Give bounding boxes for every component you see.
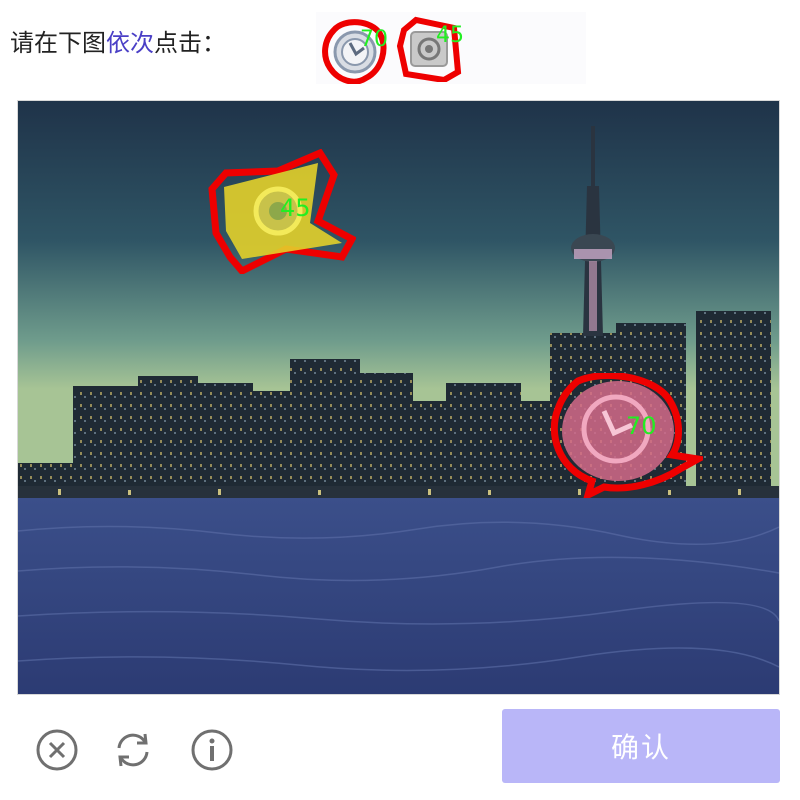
instruction-prefix: 请在下图: [10, 29, 106, 57]
captcha-header: 请在下图依次点击： 70 45: [0, 0, 800, 90]
instruction-text: 请在下图依次点击：: [10, 27, 226, 59]
captcha-footer: 确认: [0, 700, 800, 800]
target-number-clock: 70: [360, 27, 388, 52]
scene-target-icon[interactable]: [206, 149, 356, 274]
close-circle-icon[interactable]: [35, 728, 79, 772]
target-number-target: 45: [436, 23, 464, 48]
captcha-image[interactable]: 45 70: [17, 100, 780, 695]
info-icon[interactable]: [190, 728, 234, 772]
refresh-icon[interactable]: [111, 728, 155, 772]
scene-clock-icon[interactable]: [548, 373, 703, 498]
instruction-highlight: 依次: [106, 29, 154, 57]
instruction-suffix: 点击：: [154, 29, 226, 57]
confirm-button[interactable]: 确认: [502, 709, 780, 783]
target-icon-strip: 70 45: [316, 12, 586, 85]
